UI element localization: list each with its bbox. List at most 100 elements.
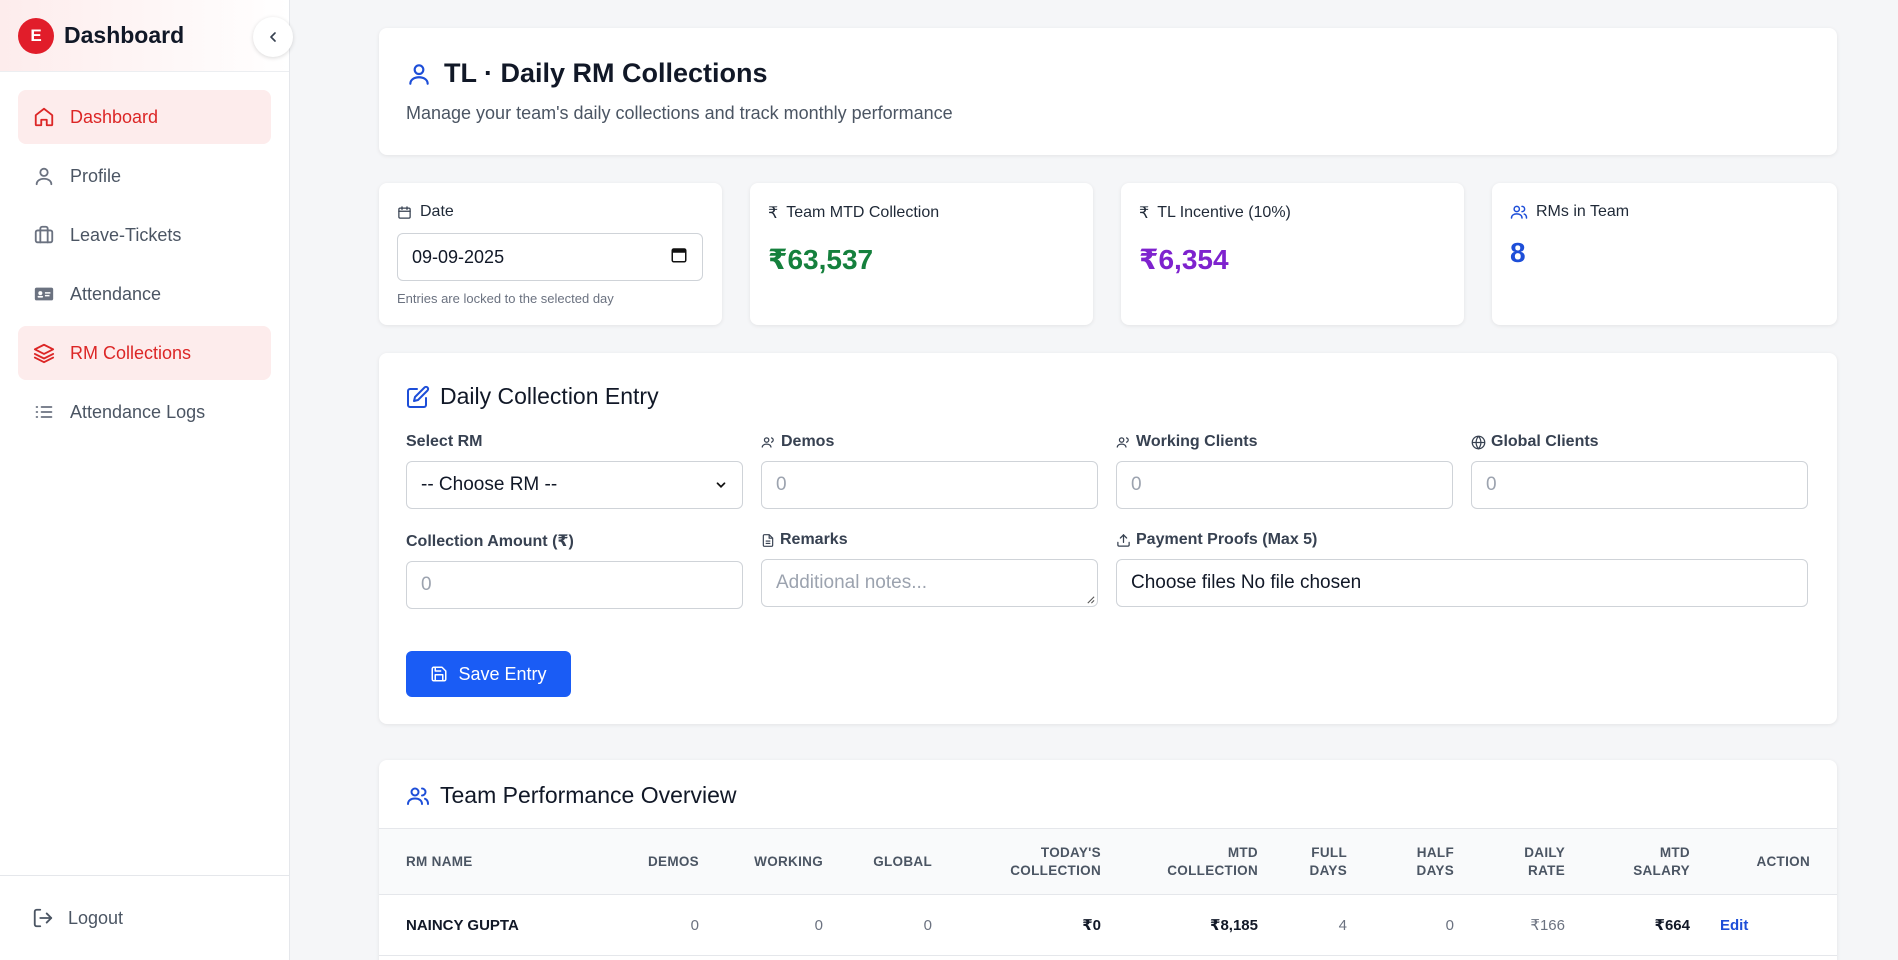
demos-input[interactable]: 0 bbox=[761, 461, 1098, 509]
save-entry-label: Save Entry bbox=[458, 663, 547, 684]
layers-icon bbox=[32, 341, 56, 365]
rms-in-team-card: RMs in Team 8 bbox=[1492, 183, 1837, 325]
remarks-label: Remarks bbox=[780, 531, 848, 548]
calendar-icon bbox=[397, 205, 412, 220]
demos-field: Demos 0 bbox=[761, 433, 1098, 509]
page-title: TL · Daily RM Collections bbox=[444, 58, 768, 88]
tl-incentive-label: TL Incentive (10%) bbox=[1157, 204, 1291, 221]
today-collection-cell: ₹0 bbox=[1082, 917, 1101, 934]
users-icon bbox=[761, 435, 776, 450]
users-icon bbox=[406, 784, 430, 808]
tl-incentive-label-row: ₹ TL Incentive (10%) bbox=[1139, 203, 1446, 223]
sidebar-item-label: Leave-Tickets bbox=[70, 224, 182, 245]
select-rm-label: Select RM bbox=[406, 433, 483, 450]
sidebar-item-dashboard[interactable]: Dashboard bbox=[18, 90, 271, 144]
remarks-label-row: Remarks bbox=[761, 531, 1098, 549]
global-label-row: Global Clients bbox=[1471, 433, 1808, 451]
performance-table: RM NAME DEMOS WORKING GLOBAL TODAY'S COLL… bbox=[379, 828, 1837, 956]
page-subtitle: Manage your team's daily collections and… bbox=[406, 103, 953, 123]
global-label: Global Clients bbox=[1491, 433, 1599, 450]
full-days-cell: 4 bbox=[1338, 916, 1347, 934]
column-header: HALF DAYS bbox=[1416, 844, 1454, 878]
global-clients-field: Global Clients 0 bbox=[1471, 433, 1808, 509]
edit-link[interactable]: Edit bbox=[1720, 917, 1748, 934]
calendar-picker-icon[interactable] bbox=[670, 246, 688, 269]
column-header: DEMOS bbox=[647, 853, 699, 869]
collection-amount-input[interactable]: 0 bbox=[406, 561, 743, 609]
date-hint: Entries are locked to the selected day bbox=[397, 291, 614, 306]
user-icon bbox=[32, 164, 56, 188]
date-input[interactable]: 09-09-2025 bbox=[397, 233, 703, 281]
working-cell: 0 bbox=[814, 916, 823, 934]
tl-incentive-card: ₹ TL Incentive (10%) ₹6,354 bbox=[1121, 183, 1464, 325]
tl-incentive-value: ₹6,354 bbox=[1139, 244, 1229, 275]
collapse-sidebar-button[interactable] bbox=[253, 17, 293, 57]
list-icon bbox=[32, 400, 56, 424]
sidebar-item-leave-tickets[interactable]: Leave-Tickets bbox=[18, 208, 271, 262]
column-header: DAILY RATE bbox=[1524, 844, 1565, 878]
column-header: WORKING bbox=[754, 853, 823, 869]
sidebar-item-profile[interactable]: Profile bbox=[18, 149, 271, 203]
entry-title-row: Daily Collection Entry bbox=[406, 383, 1810, 410]
sidebar-item-attendance-logs[interactable]: Attendance Logs bbox=[18, 385, 271, 439]
resize-handle-icon[interactable] bbox=[1086, 595, 1095, 604]
column-header: TODAY'S COLLECTION bbox=[1010, 844, 1101, 878]
demos-label: Demos bbox=[781, 433, 835, 450]
proofs-label-row: Payment Proofs (Max 5) bbox=[1116, 531, 1808, 549]
date-card: Date 09-09-2025 Entries are locked to th… bbox=[379, 183, 722, 325]
amount-label: Collection Amount (₹) bbox=[406, 533, 574, 550]
sidebar-header: E Dashboard bbox=[0, 0, 293, 72]
table-header-row: RM NAME DEMOS WORKING GLOBAL TODAY'S COLL… bbox=[379, 828, 1837, 895]
file-text-icon bbox=[761, 533, 775, 548]
rupee-icon: ₹ bbox=[1139, 205, 1150, 222]
date-value: 09-09-2025 bbox=[412, 246, 505, 267]
column-header: MTD COLLECTION bbox=[1167, 844, 1258, 878]
save-icon bbox=[430, 665, 448, 683]
page-header-card: TL · Daily RM Collections Manage your te… bbox=[379, 28, 1837, 155]
global-clients-input[interactable]: 0 bbox=[1471, 461, 1808, 509]
briefcase-icon bbox=[32, 223, 56, 247]
action-cell: Edit bbox=[1690, 895, 1837, 956]
rms-value: 8 bbox=[1510, 237, 1526, 268]
sidebar-item-label: Attendance bbox=[70, 283, 162, 304]
working-label: Working Clients bbox=[1136, 433, 1258, 450]
upload-icon bbox=[1116, 533, 1131, 548]
chevron-left-icon bbox=[270, 32, 276, 42]
demos-cell: 0 bbox=[690, 916, 699, 934]
sidebar-item-attendance[interactable]: Attendance bbox=[18, 267, 271, 321]
daily-entry-card: Daily Collection Entry Select RM -- Choo… bbox=[379, 353, 1837, 724]
daily-rate-cell: ₹166 bbox=[1530, 917, 1565, 934]
page-title-row: TL · Daily RM Collections bbox=[406, 58, 1810, 89]
team-mtd-card: ₹ Team MTD Collection ₹63,537 bbox=[750, 183, 1093, 325]
team-mtd-value: ₹63,537 bbox=[768, 244, 874, 275]
user-icon bbox=[406, 61, 432, 87]
select-rm-dropdown[interactable]: -- Choose RM -- bbox=[406, 461, 743, 509]
logout-button[interactable]: Logout bbox=[0, 875, 289, 960]
proofs-label: Payment Proofs (Max 5) bbox=[1136, 531, 1318, 548]
remarks-placeholder: Additional notes... bbox=[776, 572, 928, 593]
select-rm-field: Select RM -- Choose RM -- bbox=[406, 433, 743, 509]
brand-logo: E bbox=[18, 17, 54, 54]
team-mtd-label: Team MTD Collection bbox=[786, 204, 940, 221]
sidebar-item-rm-collections[interactable]: RM Collections bbox=[18, 326, 271, 380]
working-clients-field: Working Clients 0 bbox=[1116, 433, 1453, 509]
rupee-icon: ₹ bbox=[768, 205, 779, 222]
payment-proofs-file-input[interactable]: Choose files No file chosen bbox=[1116, 559, 1808, 607]
home-icon bbox=[32, 105, 56, 129]
save-entry-button[interactable]: Save Entry bbox=[406, 651, 571, 697]
users-icon bbox=[1510, 203, 1528, 221]
mtd-salary-cell: ₹664 bbox=[1654, 917, 1690, 934]
remarks-textarea[interactable]: Additional notes... bbox=[761, 559, 1098, 607]
column-header: MTD SALARY bbox=[1633, 844, 1690, 878]
sidebar-item-label: Dashboard bbox=[70, 106, 159, 127]
collection-amount-field: Collection Amount (₹) 0 bbox=[406, 531, 743, 609]
working-clients-input[interactable]: 0 bbox=[1116, 461, 1453, 509]
performance-title-row: Team Performance Overview bbox=[379, 760, 1837, 831]
payment-proofs-field: Payment Proofs (Max 5) Choose files No f… bbox=[1116, 531, 1808, 607]
column-header: RM NAME bbox=[406, 853, 473, 869]
chevron-down-icon bbox=[716, 482, 726, 488]
column-header: GLOBAL bbox=[873, 853, 932, 869]
table-row: NAINCY GUPTA 0 0 0 ₹0 ₹8,185 4 0 ₹166 ₹6… bbox=[379, 895, 1837, 956]
globe-icon bbox=[1471, 435, 1486, 450]
select-rm-value: -- Choose RM -- bbox=[421, 474, 558, 495]
